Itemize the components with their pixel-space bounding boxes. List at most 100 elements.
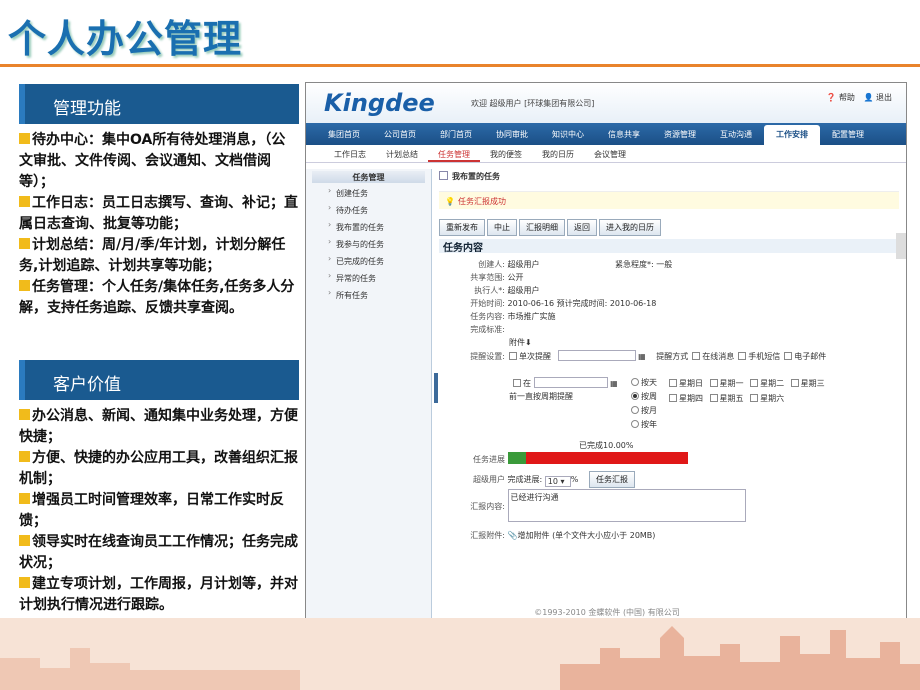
nav-item[interactable]: 知识中心	[540, 123, 596, 145]
nav-item[interactable]: 集团首页	[316, 123, 372, 145]
sidebar-item[interactable]: 我布置的任务	[306, 219, 431, 236]
sidebar-title: 任务管理	[312, 171, 425, 183]
periodic-checkbox[interactable]	[513, 379, 521, 387]
sidebar-item[interactable]: 创建任务	[306, 185, 431, 202]
feature-item: 工作日志：员工日志撰写、查询、补记；直属日志查询、批复等功能；	[19, 195, 298, 232]
kingdee-app-window: Kingdee 欢迎 超级用户 [环球集团有限公司] ❓ 帮助 👤 退出 集团首…	[305, 82, 907, 620]
urgency-value: 一般	[656, 260, 673, 269]
bullet-icon	[19, 238, 30, 249]
feature-item: 任务管理：个人任务/集体任务,任务多人分解，支持任务追踪、反馈共享查阅。	[19, 279, 295, 316]
weekday-checkbox[interactable]	[750, 379, 759, 387]
task-content: 市场推广实施	[507, 312, 556, 321]
success-notice: 💡 任务汇报成功	[439, 191, 899, 209]
user-icon: 👤	[863, 93, 874, 102]
subnav-item[interactable]: 计划总结	[376, 145, 428, 162]
sidebar-item[interactable]: 所有任务	[306, 287, 431, 304]
help-link[interactable]: 帮助	[839, 93, 855, 102]
value-item: 方便、快捷的办公应用工具，改善组织汇报机制；	[19, 450, 298, 487]
report-content-textarea[interactable]: 已经进行沟通	[507, 489, 746, 522]
weekday-checkbox[interactable]	[669, 394, 677, 402]
management-features-panel: 管理功能 待办中心：集中OA所有待处理消息，（公文审批、文件传阅、会议通知、文档…	[19, 84, 299, 358]
breadcrumb: 我布置的任务	[439, 171, 899, 185]
reminder-time-input[interactable]	[557, 350, 636, 361]
feature-item: 待办中心：集中OA所有待处理消息，（公文审批、文件传阅、会议通知、文档借阅等）；	[19, 132, 286, 190]
abort-button[interactable]: 中止	[487, 219, 517, 236]
calendar-icon[interactable]: ▦	[610, 379, 618, 388]
progress-fill	[507, 452, 526, 464]
periodic-time-input[interactable]	[533, 377, 608, 388]
value-item: 办公消息、新闻、通知集中业务处理，方便快捷；	[19, 408, 298, 445]
bullet-icon	[19, 196, 30, 207]
weekday-checkbox[interactable]	[750, 394, 759, 402]
weekday-checkbox[interactable]	[790, 379, 799, 387]
period-week-radio[interactable]	[631, 392, 639, 400]
sms-checkbox[interactable]	[738, 352, 747, 360]
value-item: 增强员工时间管理效率，日常工作实时反馈；	[19, 492, 284, 529]
sidebar-item[interactable]: 已完成的任务	[306, 253, 431, 270]
task-report-button[interactable]: 任务汇报	[588, 471, 635, 488]
single-reminder-checkbox[interactable]	[509, 352, 517, 360]
bullet-icon	[19, 451, 30, 462]
bullet-icon	[19, 493, 30, 504]
report-detail-button[interactable]: 汇报明细	[519, 219, 565, 236]
subnav-item[interactable]: 我的日历	[532, 145, 584, 162]
bullet-icon	[19, 409, 30, 420]
period-year-radio[interactable]	[631, 420, 639, 428]
nav-item[interactable]: 配置管理	[820, 123, 876, 145]
nav-item[interactable]: 公司首页	[372, 123, 428, 145]
add-attachment-link[interactable]: 增加附件	[518, 531, 550, 540]
period-month-radio[interactable]	[631, 406, 639, 414]
online-msg-checkbox[interactable]	[692, 352, 701, 360]
paperclip-icon: 📎	[507, 531, 518, 540]
help-icon[interactable]: ❓	[826, 93, 836, 102]
nav-item[interactable]: 协同审批	[484, 123, 540, 145]
back-button[interactable]: 返回	[567, 219, 597, 236]
nav-item-active[interactable]: 工作安排	[764, 125, 820, 145]
logout-link[interactable]: 退出	[876, 93, 892, 102]
lightbulb-icon: 💡	[445, 197, 455, 206]
creator-value: 超级用户	[507, 260, 540, 269]
subnav-item[interactable]: 工作日志	[324, 145, 376, 162]
end-date: 2010-06-18	[609, 299, 657, 308]
email-checkbox[interactable]	[784, 352, 793, 360]
kingdee-logo: Kingdee	[324, 89, 435, 117]
republish-button[interactable]: 重新发布	[439, 219, 485, 236]
progress-bar	[507, 452, 688, 464]
subnav-item[interactable]: 会议管理	[584, 145, 636, 162]
calendar-icon[interactable]: ▦	[638, 352, 646, 361]
main-nav: 集团首页 公司首页 部门首页 协同审批 知识中心 信息共享 资源管理 互动沟通 …	[306, 123, 906, 145]
nav-item[interactable]: 信息共享	[596, 123, 652, 145]
attach-limit: (单个文件大小应小于 20MB)	[552, 531, 656, 540]
weekday-checkbox[interactable]	[669, 379, 677, 387]
bullet-icon	[19, 280, 30, 291]
feature-item: 计划总结：周/月/季/年计划，计划分解任务,计划追踪、计划共享等功能；	[19, 237, 286, 274]
sidebar-collapse-handle[interactable]	[434, 373, 438, 403]
sub-nav: 工作日志 计划总结 任务管理 我的便签 我的日历 会议管理	[306, 145, 906, 163]
period-day-radio[interactable]	[631, 378, 639, 386]
nav-item[interactable]: 部门首页	[428, 123, 484, 145]
title-underline	[0, 64, 920, 67]
open-calendar-button[interactable]: 进入我的日历	[599, 219, 661, 236]
nav-item[interactable]: 互动沟通	[708, 123, 764, 145]
attachment-link[interactable]: 附件⬇	[509, 337, 532, 348]
customer-value-panel: 客户价值 办公消息、新闻、通知集中业务处理，方便快捷； 方便、快捷的办公应用工具…	[19, 360, 299, 622]
nav-item[interactable]: 资源管理	[652, 123, 708, 145]
section-heading: 客户价值	[19, 360, 299, 400]
subnav-item[interactable]: 我的便签	[480, 145, 532, 162]
executor-value: 超级用户	[507, 286, 540, 295]
weekday-checkbox[interactable]	[709, 379, 718, 387]
task-detail: 我布置的任务 💡 任务汇报成功 重新发布 中止 汇报明细 返回 进入我的日历 任务…	[439, 171, 899, 591]
section-heading: 管理功能	[19, 84, 299, 124]
value-item: 领导实时在线查询员工工作情况；任务完成状况；	[19, 534, 298, 571]
sidebar-item[interactable]: 异常的任务	[306, 270, 431, 287]
sidebar-item[interactable]: 待办任务	[306, 202, 431, 219]
subnav-item-active[interactable]: 任务管理	[428, 145, 480, 162]
slide-title: 个人办公管理	[8, 17, 243, 61]
start-date: 2010-06-16	[507, 299, 555, 308]
city-skyline-decoration	[0, 618, 920, 690]
sidebar-item[interactable]: 我参与的任务	[306, 236, 431, 253]
scrollbar[interactable]	[896, 233, 906, 259]
bullet-icon	[19, 535, 30, 546]
weekday-checkbox[interactable]	[709, 394, 718, 402]
complete-select[interactable]: 10 ▾	[544, 476, 571, 487]
